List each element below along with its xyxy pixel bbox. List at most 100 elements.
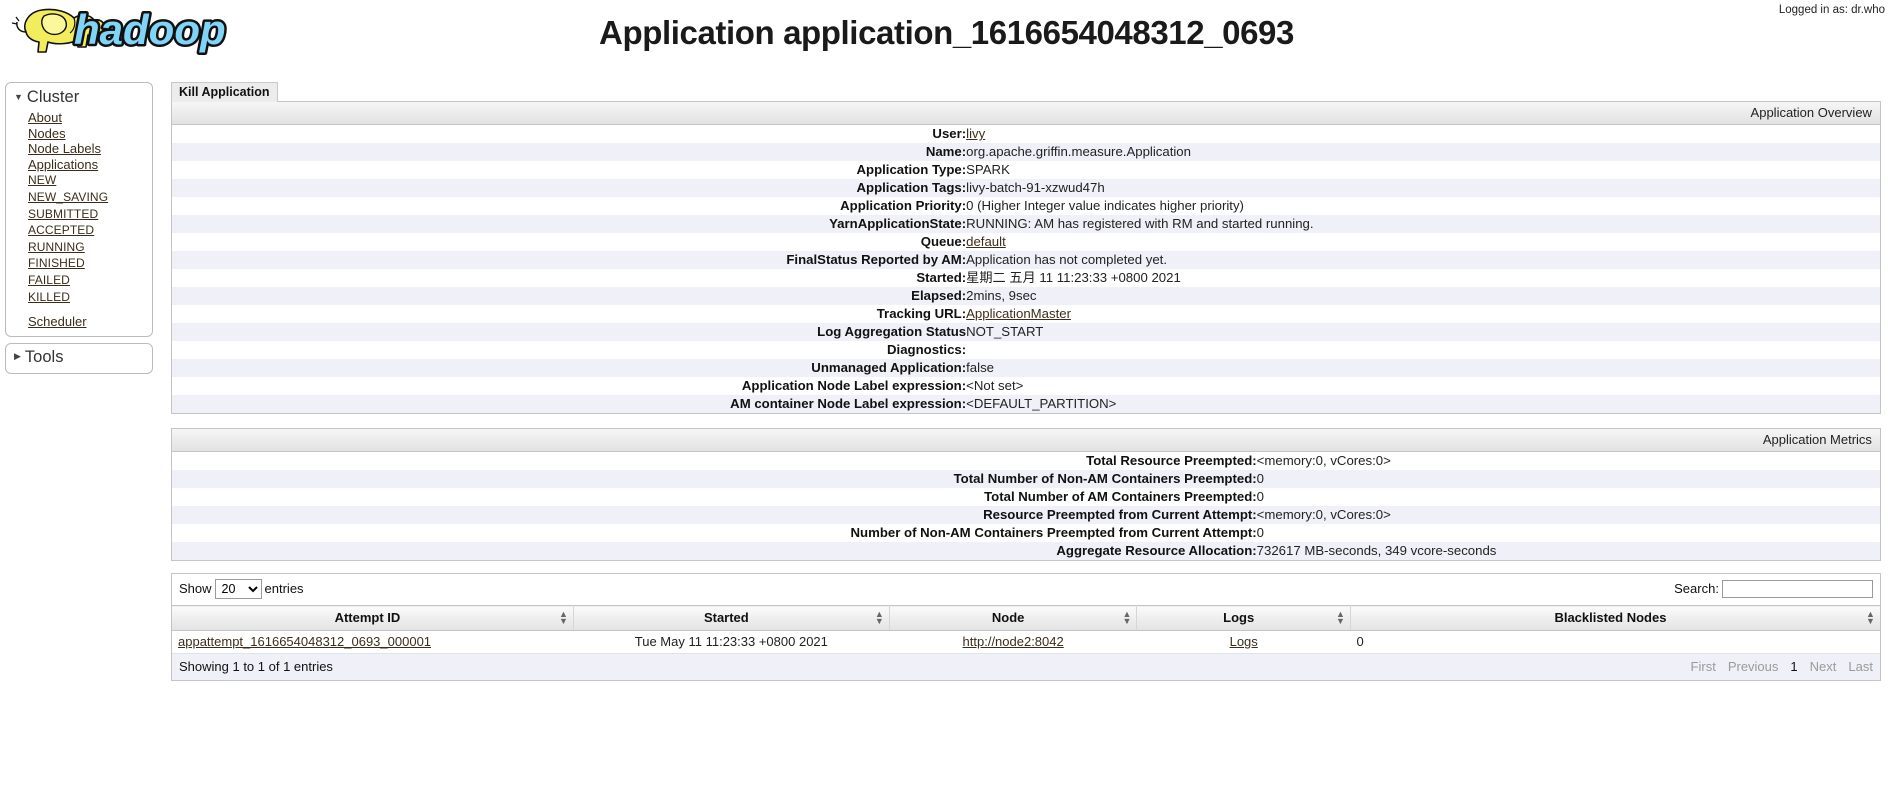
row-value: org.apache.griffin.measure.Application [966,144,1191,159]
sidebar-item-about[interactable]: About [28,110,62,125]
attempts-table: Attempt ID ▲▼ Started ▲▼ Node ▲▼ Logs [172,605,1880,654]
sidebar-item-failed[interactable]: FAILED [28,273,70,287]
row-label: YarnApplicationState: [829,216,967,231]
sidebar-app-states-list: NEW NEW_SAVING SUBMITTED ACCEPTED RUNNIN… [6,172,152,305]
list-item: ACCEPTED [28,222,152,239]
entries-label: entries [264,581,304,596]
sidebar-tools-title: Tools [24,347,64,366]
list-item: Node Labels [28,141,152,157]
pagination-previous[interactable]: Previous [1728,659,1779,674]
pagination-first[interactable]: First [1691,659,1716,674]
cell-started: Tue May 11 11:23:33 +0800 2021 [573,630,890,654]
column-header-started[interactable]: Started ▲ ▼ [573,605,890,631]
sidebar-tools-panel: ▶ Tools [5,342,153,374]
row-value: livy-batch-91-xzwud47h [966,180,1105,195]
search-input[interactable] [1721,580,1873,598]
sidebar-item-finished[interactable]: FINISHED [28,256,85,270]
row-label: Total Number of AM Containers Preempted: [984,489,1257,504]
column-header-blacklisted-nodes[interactable]: Blacklisted Nodes ▲ ▼ [1350,605,1880,631]
sidebar-item-accepted[interactable]: ACCEPTED [28,223,94,237]
row-label: Application Type: [856,162,967,177]
sidebar-item-scheduler[interactable]: Scheduler [28,314,87,329]
sidebar-item-submitted[interactable]: SUBMITTED [28,207,98,221]
column-header-node[interactable]: Node ▲ ▼ [889,605,1138,631]
sort-icon: ▲ ▼ [558,609,568,626]
sidebar-tools-header[interactable]: ▶ Tools [6,347,152,370]
sidebar-scheduler-list: Scheduler [6,314,152,330]
row-label: Number of Non-AM Containers Preempted fr… [850,525,1257,540]
table-row: Name: org.apache.griffin.measure.Applica… [171,143,1881,161]
search-label: Search: [1674,580,1873,598]
sidebar-item-killed[interactable]: KILLED [28,290,70,304]
table-row: Total Number of Non-AM Containers Preemp… [171,470,1881,488]
cell-logs: Logs [1136,630,1351,654]
pagination-last[interactable]: Last [1848,659,1873,674]
table-row: Tracking URL: ApplicationMaster [171,305,1881,323]
table-row: YarnApplicationState: RUNNING: AM has re… [171,215,1881,233]
table-row: appattempt_1616654048312_0693_000001 Tue… [172,630,1880,654]
sidebar-item-running[interactable]: RUNNING [28,240,85,254]
application-metrics-caption: Application Metrics [171,428,1881,451]
sidebar-cluster-header[interactable]: ▼ Cluster [6,87,152,110]
page-size-select[interactable]: 20 40 60 80 100 [214,579,262,599]
attempt-id-link[interactable]: appattempt_1616654048312_0693_000001 [178,634,431,649]
column-header-attempt-id[interactable]: Attempt ID ▲ ▼ [172,605,574,631]
row-label: Application Node Label expression: [741,378,967,393]
table-row: Started: 星期二 五月 11 11:23:33 +0800 2021 [171,269,1881,287]
tracking-url-link[interactable]: ApplicationMaster [966,306,1071,321]
row-label: Queue: [920,234,967,249]
node-link[interactable]: http://node2:8042 [963,634,1064,649]
column-label: Blacklisted Nodes [1554,610,1667,625]
logged-in-label: Logged in as: dr.who [1778,4,1885,16]
cell-blacklisted-nodes: 0 [1350,630,1880,654]
sort-icon: ▲ ▼ [1866,609,1875,626]
cell-attempt-id: appattempt_1616654048312_0693_000001 [172,630,574,654]
row-value: 2mins, 9sec [966,288,1037,303]
logs-link[interactable]: Logs [1230,634,1258,649]
table-row: Resource Preempted from Current Attempt:… [171,506,1881,524]
sort-icon: ▲ ▼ [874,609,884,626]
show-label: Show [179,581,212,596]
row-value: 0 [1256,525,1265,540]
list-item: NEW [28,172,152,189]
kill-application-button[interactable]: Kill Application [171,82,278,102]
caret-right-icon: ▶ [14,350,21,361]
datatable-controls: Show 20 40 60 80 100 entries Search: [172,574,1880,605]
table-row: Elapsed: 2mins, 9sec [171,287,1881,305]
sidebar-cluster-panel: ▼ Cluster About Nodes Node Labels Applica… [5,82,153,337]
sidebar: ▼ Cluster About Nodes Node Labels Applica… [5,82,153,380]
pagination: First Previous 1 Next Last [1691,659,1873,674]
table-row: Number of Non-AM Containers Preempted fr… [171,524,1881,542]
table-row: Total Resource Preempted: <memory:0, vCo… [171,451,1881,470]
list-item: SUBMITTED [28,206,152,223]
table-row: Total Number of AM Containers Preempted:… [171,488,1881,506]
list-item: FAILED [28,272,152,289]
sidebar-item-new[interactable]: NEW [28,173,56,187]
row-value: <Not set> [966,378,1024,393]
list-item: About [28,110,152,126]
user-link[interactable]: livy [966,126,985,141]
row-label: AM container Node Label expression: [730,396,967,411]
table-row: Unmanaged Application: false [171,359,1881,377]
sidebar-item-node-labels[interactable]: Node Labels [28,141,101,156]
pagination-page-1[interactable]: 1 [1790,659,1797,674]
list-item: FINISHED [28,255,152,272]
page-header: hadoop hadoop Application application_16… [0,0,1893,72]
queue-link[interactable]: default [966,234,1006,249]
row-value: <DEFAULT_PARTITION> [966,396,1117,411]
pagination-next[interactable]: Next [1810,659,1837,674]
page-length-control: Show 20 40 60 80 100 entries [179,579,304,599]
row-value: 0 (Higher Integer value indicates higher… [966,198,1244,213]
sidebar-item-nodes[interactable]: Nodes [28,126,66,141]
application-overview-table: Application Overview User: livy Name: or… [171,101,1881,414]
sidebar-item-applications[interactable]: Applications [28,157,98,172]
sidebar-item-new-saving[interactable]: NEW_SAVING [28,190,108,204]
table-row: Log Aggregation Status NOT_START [171,323,1881,341]
table-row: FinalStatus Reported by AM: Application … [171,251,1881,269]
row-value: Application has not completed yet. [966,252,1168,267]
entries-info: Showing 1 to 1 of 1 entries [179,659,333,674]
column-header-logs[interactable]: Logs ▲ ▼ [1136,605,1351,631]
row-value: default [966,233,1880,251]
row-label: Elapsed: [911,288,967,303]
